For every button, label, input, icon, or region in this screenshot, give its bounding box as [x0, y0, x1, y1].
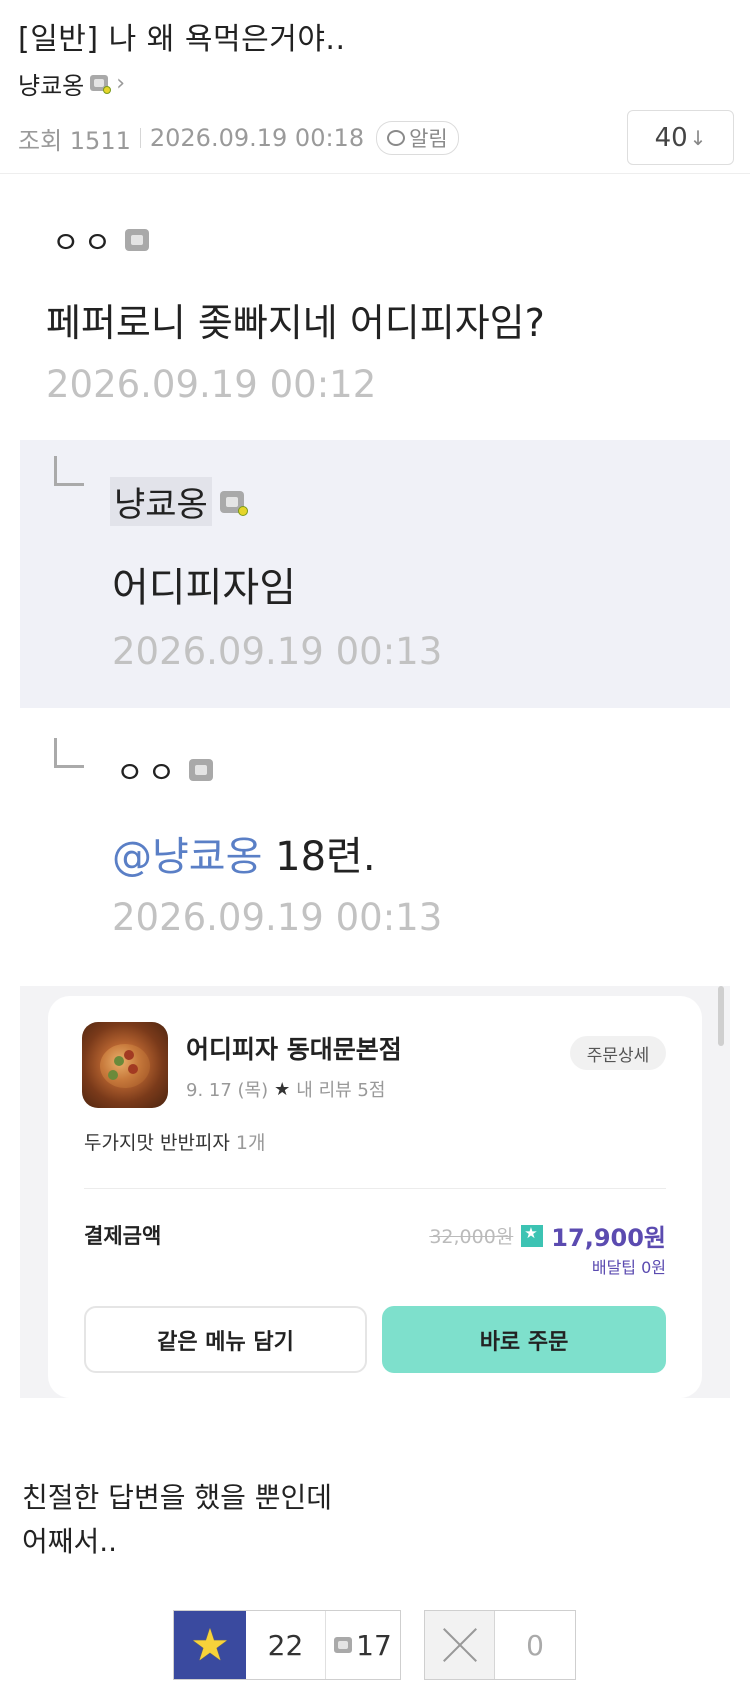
- alarm-label: 알림: [409, 127, 448, 151]
- post-meta: 조회 1511 2026.09.19 00:18 알림: [18, 118, 459, 158]
- review-label: 내 리뷰 5점: [296, 1080, 386, 1101]
- order-date: 9. 17 (목): [186, 1080, 269, 1101]
- order-meta: 9. 17 (목) ★ 내 리뷰 5점: [186, 1076, 385, 1102]
- order-detail-button: 주문상세: [570, 1036, 666, 1070]
- reply-arrow-icon: [54, 738, 84, 768]
- upvote-box: ★ 22 17: [173, 1610, 401, 1680]
- pay-prices: 32,000원 17,900원: [429, 1218, 666, 1253]
- post-title: [일반] 나 왜 욕먹은거야..: [18, 22, 346, 57]
- menu-item-name: 두가지맛 반반피자: [84, 1132, 230, 1154]
- meta-divider: [139, 128, 141, 148]
- star-icon: ★: [274, 1078, 291, 1100]
- new-price: 17,900원: [551, 1224, 666, 1252]
- reply-text: 어디피자임: [112, 565, 296, 611]
- user-level-icon: [90, 75, 112, 94]
- upvote-button[interactable]: ★: [174, 1611, 246, 1679]
- user-level-icon: [125, 229, 150, 251]
- reply-author-name: ㅇㅇ: [116, 756, 180, 791]
- card-divider: [84, 1188, 666, 1189]
- store-name: 어디피자 동대문본점: [186, 1035, 402, 1064]
- post-author[interactable]: 냥쿄옹 ›: [18, 66, 125, 100]
- comment-count: 40: [654, 122, 688, 153]
- pizza-thumbnail: [82, 1022, 168, 1108]
- reply-author-name: 냥쿄옹: [110, 477, 212, 526]
- fixed-upvote-count: 17: [356, 1628, 392, 1662]
- user-level-icon: [219, 490, 248, 516]
- post-datetime: 2026.09.19 00:18: [149, 124, 365, 152]
- chevron-right-icon: ›: [116, 70, 126, 96]
- user-level-icon: [334, 1637, 353, 1653]
- downvote-button[interactable]: [425, 1611, 495, 1679]
- reply-author[interactable]: ㅇㅇ: [116, 748, 214, 792]
- old-price: 32,000원: [429, 1226, 514, 1248]
- downvote-count: 0: [526, 1628, 544, 1662]
- comment-text: 페퍼로니 좆빠지네 어디피자임?: [46, 301, 545, 345]
- order-now-button: 바로 주문: [382, 1306, 666, 1373]
- header-divider: [0, 173, 750, 174]
- arrow-down-icon: ↓: [689, 125, 707, 150]
- reply-datetime: 2026.09.19 00:13: [112, 630, 443, 673]
- reply-datetime: 2026.09.19 00:13: [112, 896, 443, 939]
- pay-label: 결제금액: [84, 1224, 162, 1248]
- speech-bubble-icon: [387, 130, 406, 146]
- comment-count-button[interactable]: 40 ↓: [627, 110, 734, 165]
- comment-datetime: 2026.09.19 00:12: [46, 363, 377, 406]
- reply-text: @냥쿄옹 18련.: [112, 824, 376, 882]
- user-level-icon: [189, 759, 214, 781]
- post-body-line: 어째서..: [22, 1525, 118, 1558]
- menu-qty: 1개: [235, 1132, 266, 1154]
- delivery-tip: 배달팁 0원: [591, 1258, 666, 1277]
- reply-text-body: 18련.: [262, 834, 376, 880]
- fixed-upvote: 17: [326, 1611, 400, 1679]
- mention-link[interactable]: @냥쿄옹: [112, 834, 262, 880]
- downvote-box: 0: [424, 1610, 576, 1680]
- view-count: 조회 1511: [18, 126, 131, 155]
- post-body-line: 친절한 답변을 했을 뿐인데: [22, 1481, 333, 1514]
- same-menu-button: 같은 메뉴 담기: [84, 1306, 367, 1373]
- coupon-icon: [521, 1224, 544, 1247]
- star-icon: ★: [190, 1619, 230, 1671]
- comment-author[interactable]: ㅇㅇ: [52, 218, 150, 262]
- reply-arrow-icon: [54, 456, 84, 486]
- scrollbar: [718, 986, 724, 1046]
- comment-author-name: ㅇㅇ: [52, 226, 116, 261]
- upvote-count: 22: [246, 1611, 326, 1679]
- reply-author[interactable]: 냥쿄옹: [110, 477, 248, 526]
- author-name: 냥쿄옹: [18, 71, 85, 100]
- alarm-button[interactable]: 알림: [376, 121, 459, 155]
- menu-item: 두가지맛 반반피자 1개: [84, 1128, 265, 1155]
